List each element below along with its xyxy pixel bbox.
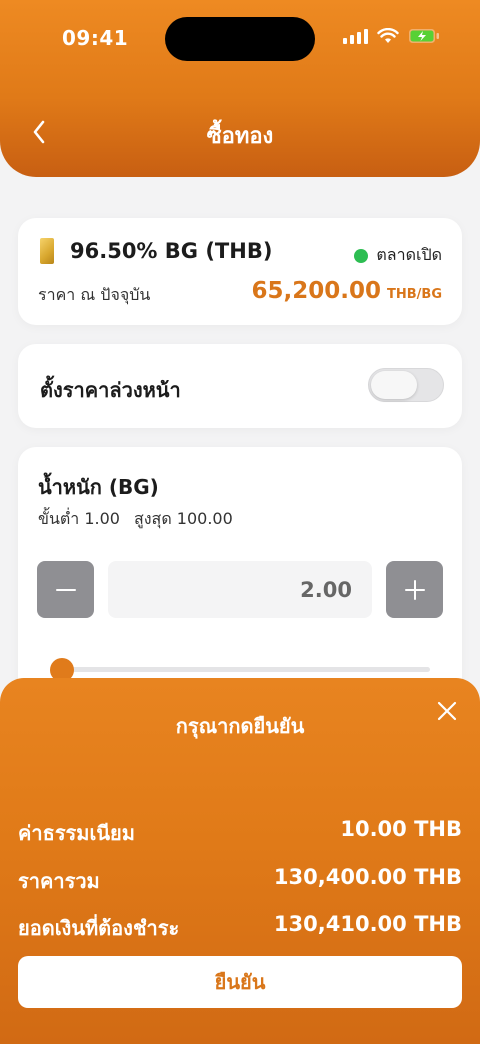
increase-button[interactable] [386, 561, 443, 618]
plus-icon [404, 579, 425, 600]
cellular-signal-icon [343, 28, 368, 44]
market-status-label: ตลาดเปิด [376, 245, 442, 264]
weight-range: ขั้นต่ำ 1.00 สูงสุด 100.00 [38, 507, 233, 532]
asset-name: 96.50% BG (THB) [70, 239, 273, 263]
confirm-sheet: กรุณากดยืนยัน ค่าธรรมเนียม 10.00 THB ราค… [0, 678, 480, 1044]
current-price-label: ราคา ณ ปัจจุบัน [38, 285, 151, 304]
weight-max: สูงสุด 100.00 [133, 509, 233, 528]
amount-due-label: ยอดเงินที่ต้องชำระ [18, 916, 180, 940]
advance-order-toggle[interactable] [368, 368, 444, 402]
close-icon[interactable] [436, 700, 458, 722]
total-price-value: 130,400.00 THB [273, 865, 462, 889]
gold-bar-icon [40, 238, 54, 264]
price-unit: THB/BG [387, 287, 442, 302]
fee-label: ค่าธรรมเนียม [18, 821, 135, 845]
advance-order-card: ตั้งราคาล่วงหน้า [18, 344, 462, 428]
toggle-knob [371, 371, 417, 399]
weight-slider-track[interactable] [58, 667, 430, 672]
wifi-icon [377, 28, 399, 43]
weight-quantity-input[interactable] [108, 561, 372, 618]
advance-order-label: ตั้งราคาล่วงหน้า [40, 378, 181, 402]
page-title: ซื้อทอง [206, 124, 274, 149]
weight-title: น้ำหนัก (BG) [38, 475, 159, 499]
amount-due-value: 130,410.00 THB [273, 912, 462, 936]
weight-min: ขั้นต่ำ 1.00 [38, 509, 120, 528]
price-card: 96.50% BG (THB) ตลาดเปิด ราคา ณ ปัจจุบัน… [18, 218, 462, 325]
status-icons [343, 28, 440, 44]
header: 09:41 ซื้อทอง [0, 0, 480, 177]
market-status: ตลาดเปิด [354, 243, 442, 268]
decrease-button[interactable] [37, 561, 94, 618]
price-value: 65,200.00 [251, 278, 382, 304]
fee-value: 10.00 THB [340, 817, 462, 841]
confirm-sheet-title: กรุณากดยืนยัน [175, 714, 305, 738]
dynamic-island [165, 17, 315, 61]
current-price: 65,200.00 THB/BG [252, 278, 442, 304]
minus-icon [55, 588, 76, 591]
total-price-label: ราคารวม [18, 869, 100, 893]
market-open-dot-icon [354, 248, 369, 263]
battery-charging-icon [409, 29, 439, 43]
status-time: 09:41 [62, 26, 129, 50]
confirm-button[interactable]: ยืนยัน [18, 956, 462, 1008]
